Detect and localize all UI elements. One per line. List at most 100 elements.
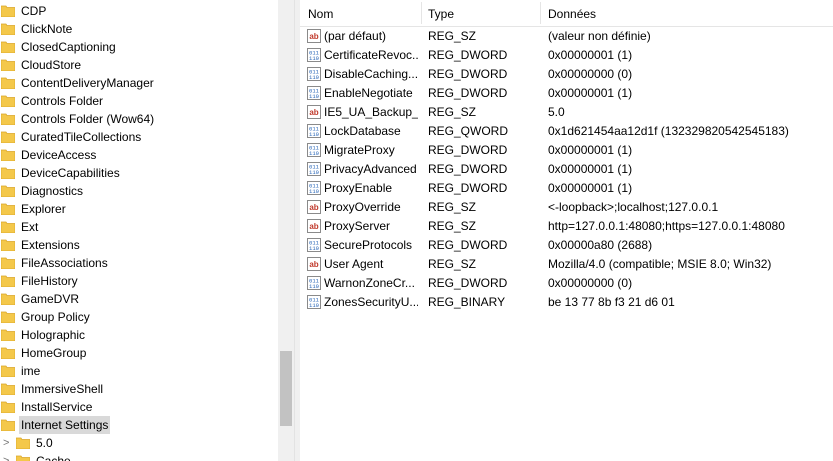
- registry-value-row[interactable]: 011 110 PrivacyAdvanced REG_DWORD 0x00000001…: [300, 160, 833, 179]
- folder-icon: [0, 202, 16, 216]
- svg-text:ab: ab: [309, 108, 318, 117]
- registry-value-row[interactable]: 011 110 CertificateRevoc... REG_DWORD 0x0000…: [300, 46, 833, 65]
- tree-item-label: InstallService: [21, 400, 93, 414]
- tree-item[interactable]: Ext: [0, 218, 278, 236]
- folder-icon: [0, 76, 16, 90]
- tree-item[interactable]: Holographic: [0, 326, 278, 344]
- binary-value-icon: 011 110: [307, 48, 321, 62]
- value-type: REG_DWORD: [428, 67, 508, 81]
- tree-item[interactable]: Diagnostics: [0, 182, 278, 200]
- folder-icon: [0, 112, 16, 126]
- tree-item[interactable]: ContentDeliveryManager: [0, 74, 278, 92]
- tree-item[interactable]: CloudStore: [0, 56, 278, 74]
- svg-text:110: 110: [309, 93, 319, 100]
- tree-item-label: Diagnostics: [21, 184, 84, 198]
- registry-value-row[interactable]: 011 110 WarnonZoneCr... REG_DWORD 0x00000000…: [300, 274, 833, 293]
- tree-item[interactable]: Explorer: [0, 200, 278, 218]
- tree-item[interactable]: Controls Folder (Wow64): [0, 110, 278, 128]
- tree-item[interactable]: FileHistory: [0, 272, 278, 290]
- value-type: REG_SZ: [428, 29, 477, 43]
- folder-icon: [0, 22, 16, 36]
- tree-item[interactable]: CuratedTileCollections: [0, 128, 278, 146]
- tree-item[interactable]: ImmersiveShell: [0, 380, 278, 398]
- value-name: MigrateProxy: [324, 143, 395, 157]
- tree-item-label: FileAssociations: [21, 256, 108, 270]
- string-value-icon: ab: [307, 29, 321, 43]
- column-header-name[interactable]: Nom: [300, 0, 420, 26]
- tree-item[interactable]: Internet Settings: [0, 416, 278, 434]
- binary-value-icon: 011 110: [307, 295, 321, 309]
- registry-value-row[interactable]: ab ProxyServer REG_SZ http=127.0.0.1:48080;…: [300, 217, 833, 236]
- value-type: REG_SZ: [428, 257, 477, 271]
- chevron-right-icon[interactable]: >: [3, 452, 9, 461]
- chevron-right-icon[interactable]: >: [3, 434, 9, 452]
- value-type: REG_BINARY: [428, 295, 506, 309]
- tree-item[interactable]: ime: [0, 362, 278, 380]
- registry-value-row[interactable]: ab IE5_UA_Backup_... REG_SZ 5.0: [300, 103, 833, 122]
- string-value-icon: ab: [307, 105, 321, 119]
- tree-item[interactable]: Group Policy: [0, 308, 278, 326]
- folder-icon: [0, 40, 16, 54]
- registry-value-row[interactable]: 011 110 SecureProtocols REG_DWORD 0x00000a80…: [300, 236, 833, 255]
- tree-item[interactable]: Extensions: [0, 236, 278, 254]
- folder-icon: [0, 346, 16, 360]
- tree-item[interactable]: ClickNote: [0, 20, 278, 38]
- registry-value-row[interactable]: ab (par défaut) REG_SZ (valeur non définie): [300, 27, 833, 46]
- registry-key-tree[interactable]: CDP ClickNote ClosedCaptioning CloudStore Co…: [0, 0, 278, 461]
- tree-item[interactable]: CDP: [0, 2, 278, 20]
- registry-value-row[interactable]: 011 110 DisableCaching... REG_DWORD 0x000000…: [300, 65, 833, 84]
- tree-subitem[interactable]: >5.0: [0, 434, 278, 452]
- value-data: (valeur non définie): [548, 29, 651, 43]
- column-header-type[interactable]: Type: [420, 0, 538, 26]
- value-name: ProxyOverride: [324, 200, 401, 214]
- svg-text:110: 110: [309, 188, 319, 195]
- registry-value-row[interactable]: ab ProxyOverride REG_SZ <-loopback>;localho…: [300, 198, 833, 217]
- tree-subitem[interactable]: > Cache: [0, 452, 278, 461]
- registry-value-row[interactable]: 011 110 ZonesSecurityU... REG_BINARY be 13 7…: [300, 293, 833, 312]
- folder-icon: [0, 184, 16, 198]
- tree-item[interactable]: GameDVR: [0, 290, 278, 308]
- tree-item[interactable]: ClosedCaptioning: [0, 38, 278, 56]
- tree-item[interactable]: HomeGroup: [0, 344, 278, 362]
- value-type: REG_DWORD: [428, 181, 508, 195]
- tree-item[interactable]: DeviceAccess: [0, 146, 278, 164]
- value-type: REG_QWORD: [428, 124, 509, 138]
- tree-item-label: ContentDeliveryManager: [21, 76, 154, 90]
- value-name: PrivacyAdvanced: [324, 162, 417, 176]
- registry-value-row[interactable]: 011 110 ProxyEnable REG_DWORD 0x00000001 (1): [300, 179, 833, 198]
- registry-value-row[interactable]: ab User Agent REG_SZ Mozilla/4.0 (compatibl…: [300, 255, 833, 274]
- value-data: 0x00000a80 (2688): [548, 238, 653, 252]
- svg-text:110: 110: [309, 55, 319, 62]
- tree-item-label: Group Policy: [21, 310, 90, 324]
- tree-item-label: DeviceAccess: [21, 148, 97, 162]
- folder-icon: [0, 166, 16, 180]
- svg-text:110: 110: [309, 245, 319, 252]
- value-name: ProxyServer: [324, 219, 391, 233]
- value-name: EnableNegotiate: [324, 86, 413, 100]
- column-header-data[interactable]: Données: [540, 0, 828, 26]
- svg-text:110: 110: [309, 169, 319, 176]
- tree-scrollbar[interactable]: [278, 0, 294, 461]
- value-name: User Agent: [324, 257, 384, 271]
- tree-item[interactable]: DeviceCapabilities: [0, 164, 278, 182]
- value-data: 0x00000000 (0): [548, 276, 633, 290]
- svg-text:110: 110: [309, 283, 319, 290]
- folder-icon: [0, 418, 16, 432]
- tree-item[interactable]: FileAssociations: [0, 254, 278, 272]
- svg-text:110: 110: [309, 302, 319, 309]
- tree-item[interactable]: Controls Folder: [0, 92, 278, 110]
- binary-value-icon: 011 110: [307, 67, 321, 81]
- folder-icon: [0, 94, 16, 108]
- tree-item[interactable]: InstallService: [0, 398, 278, 416]
- binary-value-icon: 011 110: [307, 143, 321, 157]
- registry-value-row[interactable]: 011 110 EnableNegotiate REG_DWORD 0x00000001…: [300, 84, 833, 103]
- value-data: 0x00000000 (0): [548, 67, 633, 81]
- registry-value-row[interactable]: 011 110 MigrateProxy REG_DWORD 0x00000001 (1…: [300, 141, 833, 160]
- registry-value-row[interactable]: 011 110 LockDatabase REG_QWORD 0x1d621454aa1…: [300, 122, 833, 141]
- tree-item-label: Controls Folder (Wow64): [21, 112, 155, 126]
- value-name: LockDatabase: [324, 124, 401, 138]
- value-data: 0x00000001 (1): [548, 162, 633, 176]
- tree-scrollbar-thumb[interactable]: [280, 351, 292, 426]
- registry-values-list[interactable]: Nom Type Données ab (par défaut) REG_SZ (va…: [300, 0, 833, 461]
- value-name: (par défaut): [324, 29, 387, 43]
